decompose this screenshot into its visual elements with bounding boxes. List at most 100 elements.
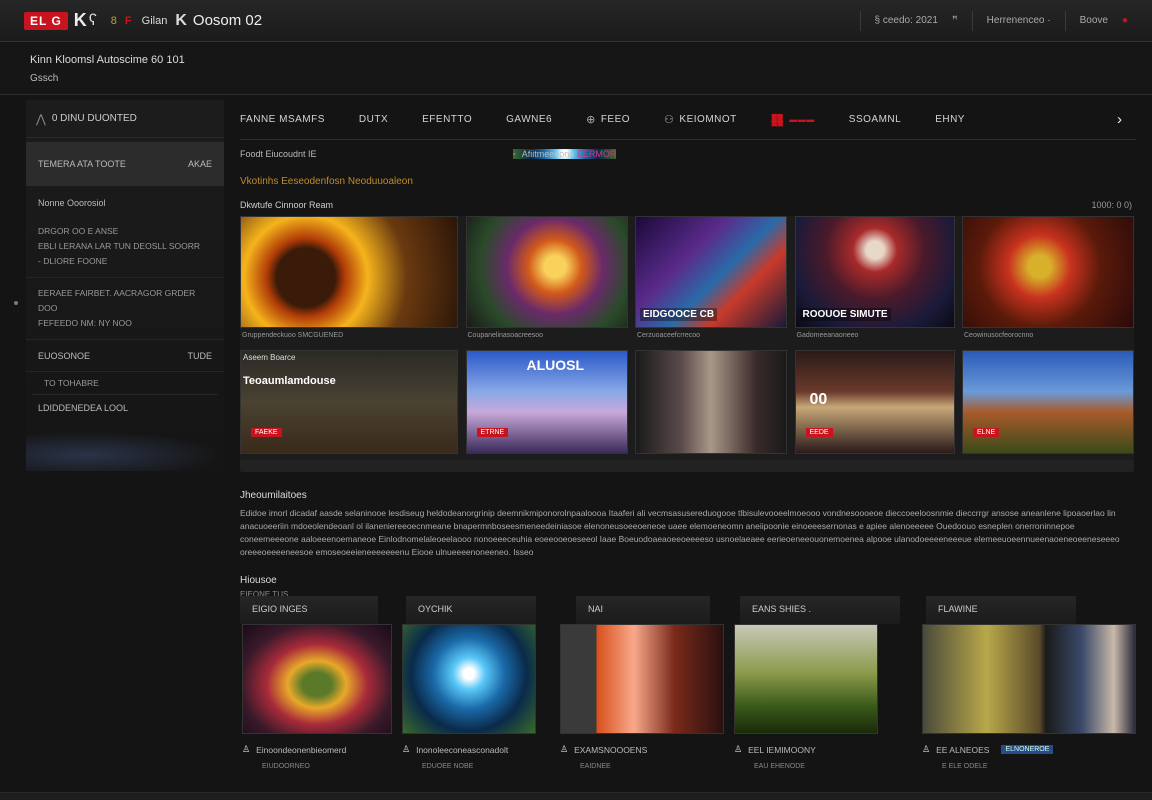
- tab-label: KEIOMNOT: [679, 114, 737, 125]
- featured-image[interactable]: [560, 624, 724, 734]
- logo-text[interactable]: Gilan: [142, 15, 168, 27]
- media-card[interactable]: Coupanelinasoacreesoo: [465, 216, 628, 350]
- site-logo-mark[interactable]: K: [74, 10, 87, 31]
- tab-8[interactable]: SSOAMNL: [849, 114, 901, 125]
- sidebar-header-label: 0 DINU DUONTED: [51, 113, 137, 124]
- media-card[interactable]: ELNE: [962, 350, 1134, 460]
- site-title[interactable]: Oosom 02: [193, 12, 262, 29]
- card-thumbnail[interactable]: ROOUOE SIMUTE: [794, 216, 955, 328]
- tab-9[interactable]: EHNY: [935, 114, 965, 125]
- chevron-right-icon[interactable]: ›: [1117, 111, 1122, 128]
- featured-image[interactable]: [242, 624, 392, 734]
- sidebar-block-line: FEFEEDO NM: NY NOO: [38, 318, 132, 328]
- media-card[interactable]: ROOUOE SIMUTE Gadomeeanaoneeo: [794, 216, 955, 350]
- sidebar-item[interactable]: Nonne Ooorosiol: [26, 190, 224, 216]
- card-thumb-top: Aseem Boarce: [243, 353, 296, 362]
- media-card[interactable]: 00 EEDE: [794, 350, 955, 460]
- featured-card[interactable]: ♙ EE ALNEOES ELNONEROE E ELE ODELE: [922, 624, 1136, 770]
- card-tag: ELNE: [973, 428, 1000, 437]
- user-icon: ♙: [560, 744, 569, 754]
- featured-tab[interactable]: NAI: [576, 596, 710, 624]
- featured-caption-text: EEL IEMIMOONY: [748, 744, 816, 755]
- card-thumbnail[interactable]: [635, 350, 787, 454]
- breadcrumb-left[interactable]: Foodt Eiucoudnt IE: [240, 149, 317, 159]
- card-thumbnail[interactable]: 00 EEDE: [794, 350, 955, 454]
- card-caption: [962, 454, 1134, 460]
- sidebar-text-block: DRGOR OO E ANSE EBLI LERANA LAR TUN DEOS…: [26, 216, 224, 278]
- media-card[interactable]: ALUOSL ETRNE: [465, 350, 628, 460]
- site-logo-badge[interactable]: EL G: [24, 11, 68, 30]
- media-card[interactable]: EIDGOOCE CB Cerzuoaceefcrrecoo: [635, 216, 787, 350]
- card-thumbnail[interactable]: [962, 216, 1134, 328]
- featured-caption-text: EXAMSNOOOENS: [574, 744, 648, 755]
- divider: [971, 10, 973, 31]
- sidebar-block-line: EBLI LERANA LAR TUN DEOSLL SOORR: [38, 241, 201, 251]
- tab-1[interactable]: FANNE MSAMFS: [240, 114, 325, 125]
- featured-meta: EAU EHENODE: [754, 763, 805, 770]
- card-thumb-label: ROOUOE SIMUTE: [799, 308, 891, 321]
- featured-caption-text: Einoondeonenbieomerd: [256, 744, 347, 755]
- featured-tab[interactable]: EIGIO INGES: [240, 596, 378, 624]
- card-caption: [240, 454, 458, 460]
- top-link-date[interactable]: § ceedo: 2021: [875, 15, 938, 26]
- featured-caption: ♙ EE ALNEOES ELNONEROE: [922, 744, 1136, 755]
- card-thumbnail[interactable]: Aseem Boarce Teoaumlamdouse FAEKE: [240, 350, 458, 454]
- media-card[interactable]: Aseem Boarce Teoaumlamdouse FAEKE: [240, 350, 458, 460]
- media-card[interactable]: Ceowinusocfeorocnno: [962, 216, 1134, 350]
- main-content: FANNE MSAMFS DUTX EFENTTO GAWNE6 ⊕ FEEO ⚇…: [240, 100, 1136, 599]
- card-thumbnail[interactable]: [465, 216, 628, 328]
- media-card[interactable]: Gruppendeckuoo SMCGUENED: [240, 216, 458, 350]
- sidebar-item[interactable]: LDIDDENEDEA LOOL: [26, 395, 224, 421]
- featured-image[interactable]: [734, 624, 878, 734]
- featured-tab[interactable]: OYCHIK: [406, 596, 536, 624]
- logo-k[interactable]: K: [175, 12, 187, 30]
- sidebar-item-label: TEMERA ATA TOOTE: [38, 159, 126, 169]
- grid-count[interactable]: 1000: 0 0): [1091, 200, 1132, 210]
- card-row: Aseem Boarce Teoaumlamdouse FAEKE ALUOSL…: [240, 350, 1134, 460]
- notification-dot-icon: ●: [1121, 15, 1128, 26]
- sidebar-decoration: [26, 431, 224, 471]
- top-link-menu[interactable]: Herrenenceo ·: [987, 15, 1051, 26]
- breadcrumb: Foodt Eiucoudnt IE ▪ Afiitmeeoono EERMOR: [240, 140, 1136, 168]
- media-card[interactable]: [635, 350, 787, 460]
- featured-tab[interactable]: FLAWINE: [926, 596, 1076, 624]
- tab-2[interactable]: DUTX: [359, 114, 388, 125]
- tab-7[interactable]: 䨻 ▬▬▬: [771, 110, 815, 129]
- sidebar-header[interactable]: ⋀ 0 DINU DUONTED: [26, 100, 224, 138]
- featured-card[interactable]: ♙ EEL IEMIMOONY EAU EHENODE: [734, 624, 878, 770]
- description-section: Jheoumilaitoes Edidoe imorl dicadaf aasd…: [240, 490, 1136, 559]
- sidebar-item-label: Nonne Ooorosiol: [38, 198, 106, 208]
- featured-tab[interactable]: EANS SHIES .: [740, 596, 900, 624]
- sidebar-item-active[interactable]: TEMERA ATA TOOTE AKAE: [26, 142, 224, 186]
- brand-glyph-icon: 䨻: [770, 113, 785, 128]
- logo-sub2: F: [124, 14, 132, 27]
- notice-text[interactable]: Vkotinhs Eeseodenfosn Neoduuoaleon: [240, 168, 1136, 194]
- divider: [1064, 10, 1066, 31]
- card-thumbnail[interactable]: ALUOSL ETRNE: [465, 350, 628, 454]
- tab-3[interactable]: EFENTTO: [422, 114, 472, 125]
- tab-6[interactable]: ⚇ KEIOMNOT: [664, 113, 737, 126]
- featured-meta: EDUOEE NOBE: [422, 763, 474, 770]
- card-caption: [795, 454, 955, 460]
- featured-image[interactable]: [402, 624, 536, 734]
- top-link-account[interactable]: Boove: [1080, 15, 1108, 26]
- tab-label: SSOAMNL: [848, 114, 902, 125]
- tab-label: GAWNE6: [506, 114, 553, 125]
- card-thumbnail[interactable]: EIDGOOCE CB: [635, 216, 787, 328]
- featured-card[interactable]: ♙ EXAMSNOOOENS EAIDNEE: [560, 624, 724, 770]
- breadcrumb-right[interactable]: ▪ Afiitmeeoono EERMOR: [512, 149, 617, 159]
- card-thumbnail[interactable]: ELNE: [962, 350, 1134, 454]
- sidebar-item[interactable]: TO TOHABRE: [32, 372, 218, 395]
- sidebar-block-line: EERAEE FAIRBET. AACRAGOR GRDER DOO: [38, 288, 196, 313]
- featured-image[interactable]: [922, 624, 1136, 734]
- footer-bar: [0, 792, 1152, 800]
- card-thumb-title: ALUOSL: [526, 357, 585, 373]
- tab-4[interactable]: GAWNE6: [506, 114, 552, 125]
- card-thumbnail[interactable]: [240, 216, 458, 328]
- featured-card[interactable]: ♙ Inonoleeconeasconadolt EDUOEE NOBE: [402, 624, 536, 770]
- sidebar-item[interactable]: EUOSONOE TUDE: [26, 340, 224, 372]
- top-link-icon[interactable]: ꟸ: [952, 15, 958, 26]
- featured-card[interactable]: ♙ Einoondeonenbieomerd EIUDOORNEO: [242, 624, 392, 770]
- tab-5[interactable]: ⊕ FEEO: [586, 113, 630, 126]
- featured-tag[interactable]: ELNONEROE: [1001, 745, 1054, 754]
